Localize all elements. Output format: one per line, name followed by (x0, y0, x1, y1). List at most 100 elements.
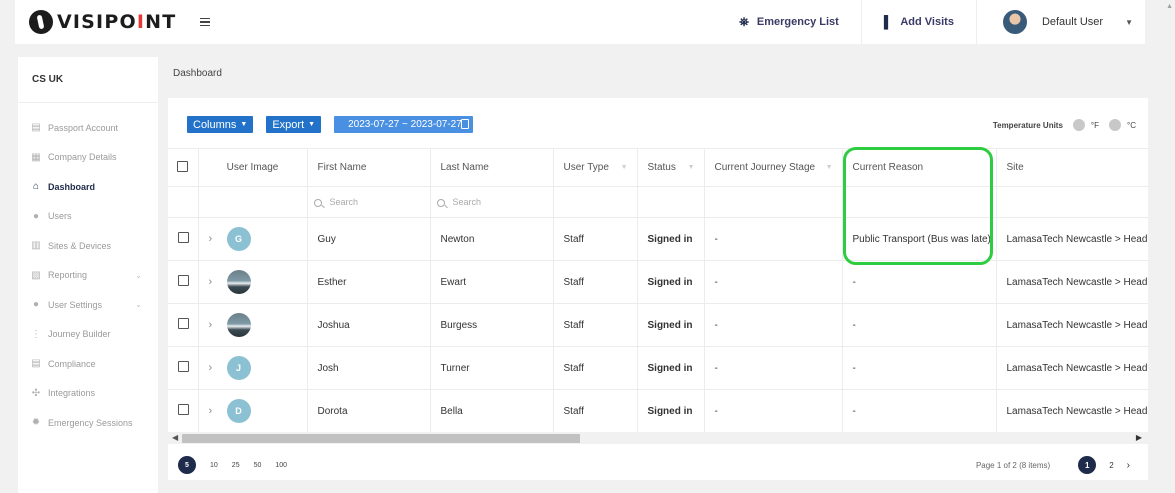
sidebar-item-label: Compliance (48, 358, 96, 369)
table-row[interactable]: › J Josh Turner Staff Signed in - - Lamas… (168, 346, 1148, 390)
user-menu[interactable]: Default User ▼ (977, 10, 1145, 34)
first-name-search[interactable]: Search (307, 186, 431, 218)
page-size-25[interactable]: 25 (232, 462, 240, 469)
expand-row-icon[interactable]: › (209, 362, 217, 374)
table-row[interactable]: › D Dorota Bella Staff Signed in - - Lama… (168, 389, 1148, 432)
column-header-user-image[interactable]: User Image (198, 148, 308, 187)
sidebar-item-journey-builder[interactable]: ⋮ Journey Builder (18, 320, 158, 350)
add-visits-label: Add Visits (900, 16, 954, 28)
sidebar-item-emergency-sessions[interactable]: ✹ Emergency Sessions (18, 408, 158, 438)
siren-icon: ⛯ (739, 14, 749, 29)
search-icon (436, 198, 445, 207)
page-size-50[interactable]: 50 (254, 462, 262, 469)
fahrenheit-radio[interactable] (1072, 119, 1085, 131)
page-size-10[interactable]: 10 (210, 462, 218, 469)
export-label: Export (272, 118, 305, 131)
page-1-button[interactable]: 1 (1078, 456, 1097, 474)
sidebar-item-sites-devices[interactable]: ▥ Sites & Devices (18, 231, 158, 261)
sidebar-item-company-details[interactable]: ▦ Company Details (18, 143, 158, 173)
sites-icon: ▥ (31, 240, 41, 252)
emergency-list-button[interactable]: ⛯ Emergency List (717, 8, 861, 36)
status-cell: Signed in (637, 389, 705, 432)
row-checkbox[interactable] (178, 232, 189, 243)
first-name-cell: Esther (307, 260, 431, 304)
filter-icon[interactable]: ▼ (826, 164, 833, 171)
calendar-icon[interactable] (461, 119, 470, 129)
column-header-first-name[interactable]: First Name (307, 148, 431, 187)
breadcrumb: Dashboard (173, 68, 222, 79)
column-header-label: Status (647, 162, 676, 173)
columns-button[interactable]: Columns ▼ (187, 116, 254, 133)
user-avatar (1002, 10, 1027, 34)
sidebar-item-reporting[interactable]: ▧ Reporting ⌄ (18, 261, 158, 291)
column-header-last-name[interactable]: Last Name (430, 148, 554, 187)
chevron-down-icon: ⌄ (135, 270, 142, 280)
row-checkbox[interactable] (178, 361, 189, 372)
add-visits-button[interactable]: ▌ Add Visits (862, 8, 976, 36)
users-icon: ● (32, 210, 40, 222)
page-2-button[interactable]: 2 (1109, 461, 1113, 470)
sidebar-item-passport-account[interactable]: ▤ Passport Account (18, 113, 158, 143)
user-type-cell: Staff (553, 260, 638, 304)
sidebar-item-label: Emergency Sessions (48, 417, 133, 428)
next-page-icon[interactable]: › (1127, 460, 1130, 471)
scroll-left-icon[interactable]: ◀ (172, 433, 178, 442)
sidebar-item-label: User Settings (48, 299, 103, 310)
user-type-cell: Staff (553, 346, 638, 390)
scroll-right-icon[interactable]: ▶ (1136, 433, 1142, 442)
filter-icon[interactable]: ▼ (688, 164, 695, 171)
caret-down-icon: ▼ (240, 121, 248, 128)
row-checkbox[interactable] (178, 404, 189, 415)
scroll-up-icon[interactable]: ▲ (1166, 3, 1173, 10)
menu-toggle-icon[interactable] (200, 18, 211, 26)
row-checkbox[interactable] (178, 318, 189, 329)
horizontal-scrollbar[interactable]: ◀ ▶ (168, 432, 1148, 444)
status-cell: Signed in (637, 260, 705, 304)
sidebar: CS UK ▤ Passport Account ▦ Company Details… (18, 57, 158, 493)
last-name-cell: Ewart (430, 260, 554, 304)
sidebar-item-label: Sites & Devices (48, 240, 112, 251)
expand-row-icon[interactable]: › (209, 233, 217, 245)
journey-icon: ⋮ (31, 328, 41, 340)
select-all-checkbox[interactable] (177, 160, 188, 172)
column-header-status[interactable]: Status ▼ (637, 148, 705, 187)
visipoint-logo[interactable]: VISIPOINT (29, 10, 176, 34)
emergency-list-label: Emergency List (756, 16, 839, 28)
passport-icon: ▤ (31, 122, 41, 134)
sidebar-item-compliance[interactable]: ▤ Compliance (18, 349, 158, 379)
last-name-cell: Burgess (430, 303, 554, 347)
sidebar-item-label: Passport Account (48, 122, 119, 133)
avatar: G (226, 227, 251, 251)
date-range-value: 2023-07-27 ~ 2023-07-27 (348, 119, 462, 130)
table-row[interactable]: › Esther Ewart Staff Signed in - - Lamas… (168, 260, 1148, 304)
sidebar-item-integrations[interactable]: ✣ Integrations (18, 379, 158, 409)
row-checkbox[interactable] (178, 275, 189, 286)
page-size-5[interactable]: 5 (178, 456, 196, 474)
site-cell: LamasaTech Newcastle > Head Office (996, 260, 1148, 304)
celsius-radio[interactable] (1109, 119, 1122, 131)
sidebar-item-users[interactable]: ● Users (18, 202, 158, 232)
column-header-current-reason[interactable]: Current Reason (842, 148, 997, 187)
page-size-100[interactable]: 100 (275, 462, 287, 469)
table-row[interactable]: › G Guy Newton Staff Signed in - Public T… (168, 217, 1148, 261)
caret-down-icon: ▼ (308, 121, 316, 128)
column-header-site[interactable]: Site (996, 148, 1148, 187)
sidebar-item-dashboard[interactable]: ⌂ Dashboard (18, 172, 158, 202)
expand-row-icon[interactable]: › (209, 276, 217, 288)
column-header-journey-stage[interactable]: Current Journey Stage ▼ (704, 148, 843, 187)
select-all-cell (168, 148, 199, 187)
page-vertical-scrollbar[interactable]: ▲ (1165, 0, 1175, 493)
last-name-search[interactable]: Search (430, 186, 554, 218)
expand-row-icon[interactable]: › (209, 405, 217, 417)
user-settings-icon: ● (32, 299, 40, 311)
filter-icon[interactable]: ▼ (621, 164, 628, 171)
expand-row-icon[interactable]: › (209, 319, 217, 331)
scrollbar-thumb[interactable] (182, 434, 580, 443)
sidebar-item-user-settings[interactable]: ● User Settings ⌄ (18, 290, 158, 320)
compliance-icon: ▤ (31, 358, 41, 370)
date-range-input[interactable]: 2023-07-27 ~ 2023-07-27 (334, 116, 474, 133)
status-cell: Signed in (637, 217, 705, 261)
export-button[interactable]: Export ▼ (266, 116, 322, 133)
column-header-user-type[interactable]: User Type ▼ (553, 148, 638, 187)
table-row[interactable]: › Joshua Burgess Staff Signed in - - Lam… (168, 303, 1148, 347)
